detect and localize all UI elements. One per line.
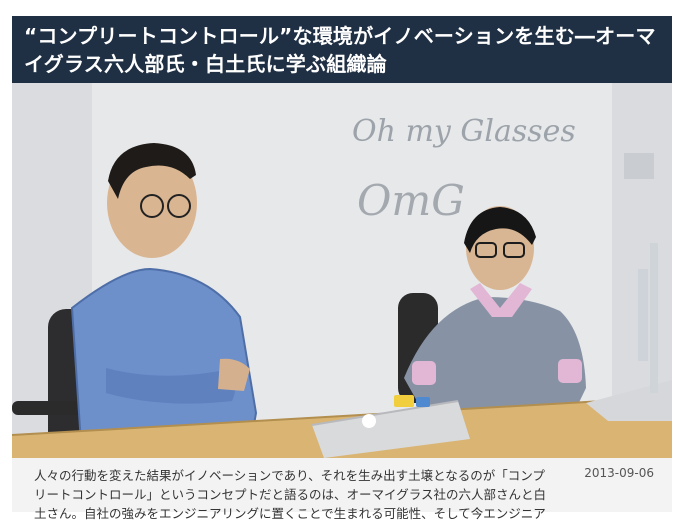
article-photo[interactable]: Oh my Glasses OmG: [12, 83, 672, 458]
photo-illustration: Oh my Glasses OmG: [12, 83, 672, 458]
article-title[interactable]: “コンプリートコントロール”な環境がイノベーションを生む―オーマイグラス六人部氏…: [24, 22, 664, 78]
article-date: 2013-09-06: [584, 466, 654, 480]
article-card[interactable]: “コンプリートコントロール”な環境がイノベーションを生む―オーマイグラス六人部氏…: [12, 16, 672, 521]
article-title-bar: “コンプリートコントロール”な環境がイノベーションを生む―オーマイグラス六人部氏…: [12, 16, 672, 83]
wall-sign-bottom: OmG: [357, 176, 465, 225]
wall-sign-top: Oh my Glasses: [352, 114, 576, 149]
article-summary: 人々の行動を変えた結果がイノベーションであり、それを生み出す土壌となるのが「コン…: [12, 458, 672, 521]
article-excerpt: 人々の行動を変えた結果がイノベーションであり、それを生み出す土壌となるのが「コン…: [34, 468, 547, 521]
